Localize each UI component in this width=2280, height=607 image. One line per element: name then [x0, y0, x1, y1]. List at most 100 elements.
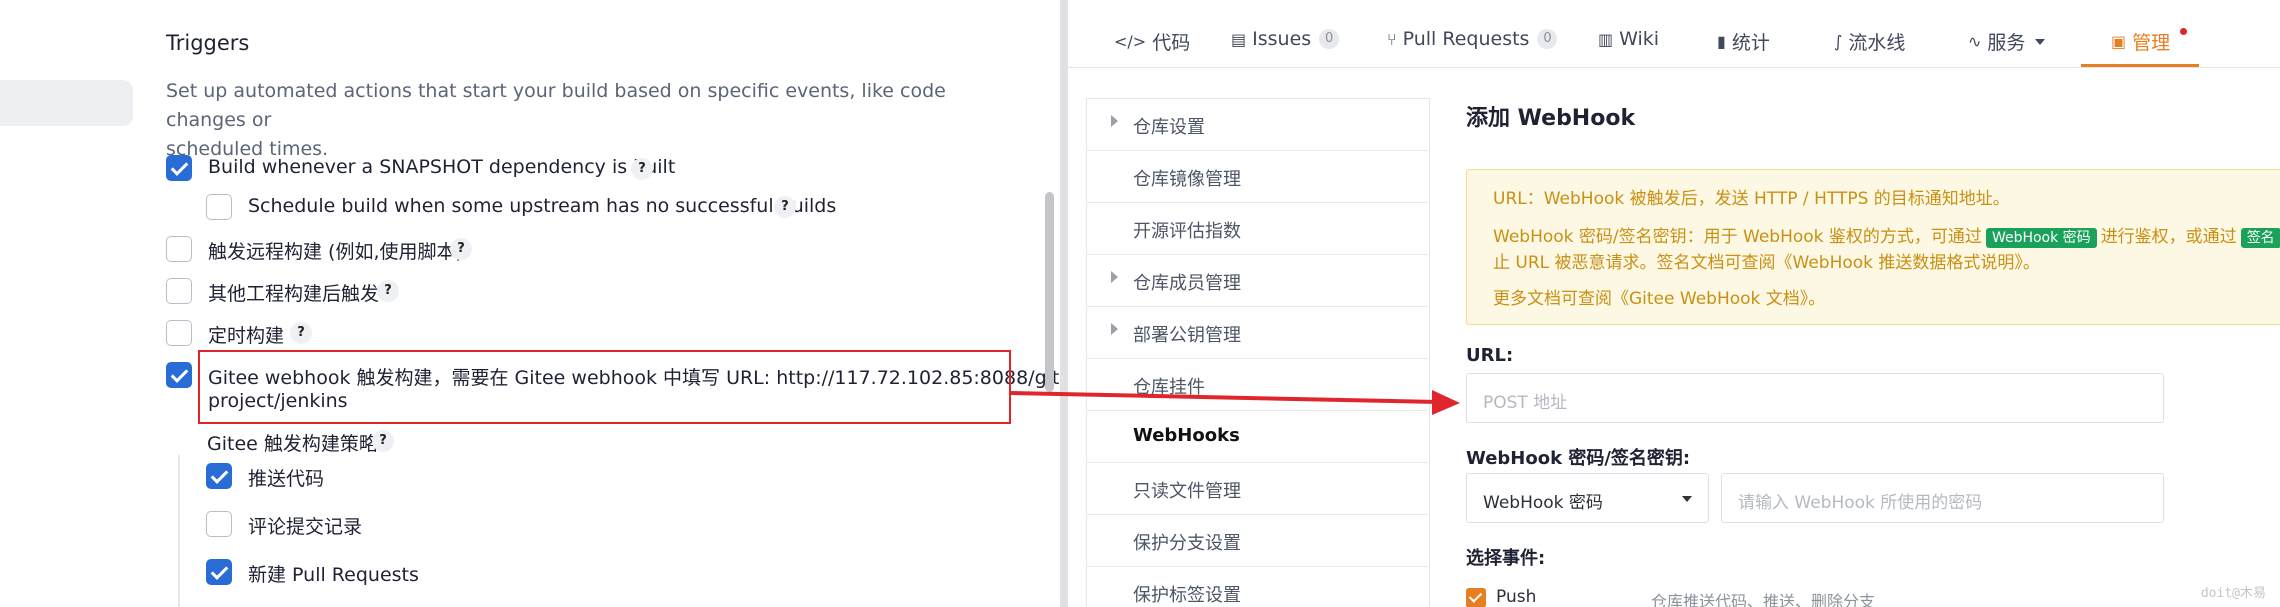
after-other-projects-label: 其他工程构建后触发	[208, 283, 380, 305]
wiki-icon: ▥	[1598, 29, 1614, 49]
url-placeholder: POST 地址	[1483, 393, 1568, 413]
gitee-webhook-checkbox[interactable]	[166, 362, 192, 388]
notice-line-secret: WebHook 密码/签名密钥：用于 WebHook 鉴权的方式，可通过 WebH…	[1493, 224, 2280, 250]
help-icon[interactable]: ?	[377, 280, 399, 302]
help-icon[interactable]: ?	[450, 238, 472, 260]
page-title: 添加 WebHook	[1466, 106, 1636, 131]
webhook-notice: URL：WebHook 被触发后，发送 HTTP / HTTPS 的目标通知地址…	[1466, 169, 2280, 325]
new-pull-request-label: 新建 Pull Requests	[248, 564, 419, 586]
issues-count-badge: 0	[1319, 29, 1340, 49]
snapshot-dependency-checkbox[interactable]	[166, 155, 192, 181]
upstream-no-success-checkbox[interactable]	[206, 194, 232, 220]
sidebar-active-item[interactable]	[0, 80, 133, 126]
remote-trigger-checkbox[interactable]	[166, 236, 192, 262]
settings-side-menu: 仓库设置 仓库镜像管理 开源评估指数 仓库成员管理 部署公钥管理 仓库挂件 We…	[1086, 98, 1430, 607]
events-label: 选择事件:	[1466, 548, 1546, 569]
help-icon[interactable]: ?	[372, 430, 394, 452]
manage-icon: ▣	[2111, 32, 2127, 51]
url-input[interactable]: POST 地址	[1466, 373, 2164, 423]
menu-item-label: 仓库挂件	[1133, 377, 1205, 398]
tab-pipeline-label: 流水线	[1848, 32, 1906, 54]
tab-issues[interactable]: ▤ Issues 0	[1231, 28, 1340, 50]
caret-right-icon	[1111, 115, 1118, 127]
caret-right-icon	[1111, 271, 1118, 283]
menu-item-readonly-files[interactable]: 只读文件管理	[1087, 463, 1428, 515]
webhook-password-tag: WebHook 密码	[1985, 228, 2097, 248]
menu-item-members[interactable]: 仓库成员管理	[1087, 255, 1428, 307]
menu-item-protected-branches[interactable]: 保护分支设置	[1087, 515, 1428, 567]
scrollbar[interactable]	[1045, 192, 1054, 392]
chevron-down-icon	[2035, 38, 2046, 45]
help-icon[interactable]: ?	[774, 196, 796, 218]
menu-item-label: 仓库设置	[1133, 117, 1205, 138]
menu-item-widgets[interactable]: 仓库挂件	[1087, 359, 1428, 411]
pane-divider	[1060, 0, 1068, 607]
menu-item-deploy-keys[interactable]: 部署公钥管理	[1087, 307, 1428, 359]
gitee-settings-pane: </> 代码 ▤ Issues 0 ⑂ Pull Requests 0 ▥ Wi…	[1068, 0, 2280, 607]
tab-manage[interactable]: ▣ 管理	[2111, 28, 2170, 55]
nested-indent-line	[178, 455, 180, 607]
menu-item-repo-settings[interactable]: 仓库设置	[1087, 99, 1428, 151]
menu-item-label: WebHooks	[1133, 425, 1240, 446]
upstream-no-success-label: Schedule build when some upstream has no…	[248, 195, 837, 217]
menu-item-mirror[interactable]: 仓库镜像管理	[1087, 151, 1428, 203]
help-icon[interactable]: ?	[631, 158, 653, 180]
comment-commit-checkbox[interactable]	[206, 511, 232, 537]
notice-secret-text: WebHook 密码/签名密钥：用于 WebHook 鉴权的方式，可通过	[1493, 227, 1982, 247]
tab-services[interactable]: ∿ 服务	[1968, 28, 2046, 55]
push-event-description: 仓库推送代码、推送、删除分支	[1651, 592, 1876, 607]
notice-line-more-docs[interactable]: 更多文档可查阅《Gitee WebHook 文档》。	[1493, 286, 1825, 312]
signature-tag: 签名	[2240, 228, 2280, 248]
annotation-highlight-box	[198, 350, 1011, 424]
secret-input[interactable]: 请输入 WebHook 所使用的密码	[1721, 473, 2164, 523]
notice-line-signature-doc[interactable]: 止 URL 被恶意请求。签名文档可查阅《WebHook 推送数据格式说明》。	[1493, 250, 2040, 276]
tab-issues-label: Issues	[1252, 28, 1312, 50]
triggers-title: Triggers	[166, 31, 250, 55]
menu-item-label: 保护分支设置	[1133, 533, 1241, 554]
comment-commit-label: 评论提交记录	[248, 516, 363, 538]
secret-placeholder: 请输入 WebHook 所使用的密码	[1738, 493, 1983, 513]
url-label: URL:	[1466, 345, 1514, 366]
caret-right-icon	[1111, 323, 1118, 335]
tab-stats[interactable]: ▮ 统计	[1717, 28, 1770, 55]
tab-code-label: 代码	[1152, 32, 1191, 54]
tab-pull-requests[interactable]: ⑂ Pull Requests 0	[1387, 28, 1558, 50]
push-event-checkbox[interactable]	[1466, 588, 1486, 607]
stats-icon: ▮	[1717, 32, 1726, 51]
jenkins-config-pane: Triggers Set up automated actions that s…	[0, 0, 1060, 607]
snapshot-dependency-label: Build whenever a SNAPSHOT dependency is …	[208, 156, 676, 178]
menu-item-label: 保护标签设置	[1133, 585, 1241, 606]
help-icon[interactable]: ?	[290, 322, 312, 344]
issues-icon: ▤	[1231, 29, 1247, 49]
code-icon: </>	[1114, 32, 1147, 51]
menu-item-label: 只读文件管理	[1133, 481, 1241, 502]
tab-stats-label: 统计	[1731, 32, 1770, 54]
push-code-label: 推送代码	[248, 468, 325, 490]
active-tab-indicator	[2081, 64, 2199, 67]
menu-item-label: 开源评估指数	[1133, 221, 1241, 242]
repo-tab-bar: </> 代码 ▤ Issues 0 ⑂ Pull Requests 0 ▥ Wi…	[1068, 0, 2280, 68]
tab-pipeline[interactable]: ∫ 流水线	[1834, 28, 1905, 55]
secret-label: WebHook 密码/签名密钥:	[1466, 448, 1691, 469]
watermark: doit@木易	[2200, 586, 2266, 601]
tab-code[interactable]: </> 代码	[1114, 28, 1190, 55]
scheduled-build-checkbox[interactable]	[166, 320, 192, 346]
tab-wiki[interactable]: ▥ Wiki	[1598, 28, 1659, 50]
notice-line-url: URL：WebHook 被触发后，发送 HTTP / HTTPS 的目标通知地址…	[1493, 189, 2010, 209]
pr-count-badge: 0	[1537, 29, 1558, 49]
tab-services-label: 服务	[1987, 32, 2026, 54]
gitee-strategy-label: Gitee 触发构建策略	[207, 433, 378, 455]
tab-pull-requests-label: Pull Requests	[1402, 28, 1530, 50]
new-pull-request-checkbox[interactable]	[206, 559, 232, 585]
menu-item-webhooks[interactable]: WebHooks	[1087, 411, 1428, 463]
push-event-label: Push	[1496, 587, 1537, 607]
pipeline-icon: ∫	[1834, 32, 1843, 51]
menu-item-protected-tags[interactable]: 保护标签设置	[1087, 567, 1428, 607]
menu-item-label: 仓库成员管理	[1133, 273, 1241, 294]
menu-item-oss-index[interactable]: 开源评估指数	[1087, 203, 1428, 255]
chevron-down-icon	[1682, 496, 1692, 502]
push-code-checkbox[interactable]	[206, 463, 232, 489]
after-other-projects-checkbox[interactable]	[166, 278, 192, 304]
secret-type-select[interactable]: WebHook 密码	[1466, 473, 1709, 523]
triggers-description: Set up automated actions that start your…	[166, 77, 966, 164]
